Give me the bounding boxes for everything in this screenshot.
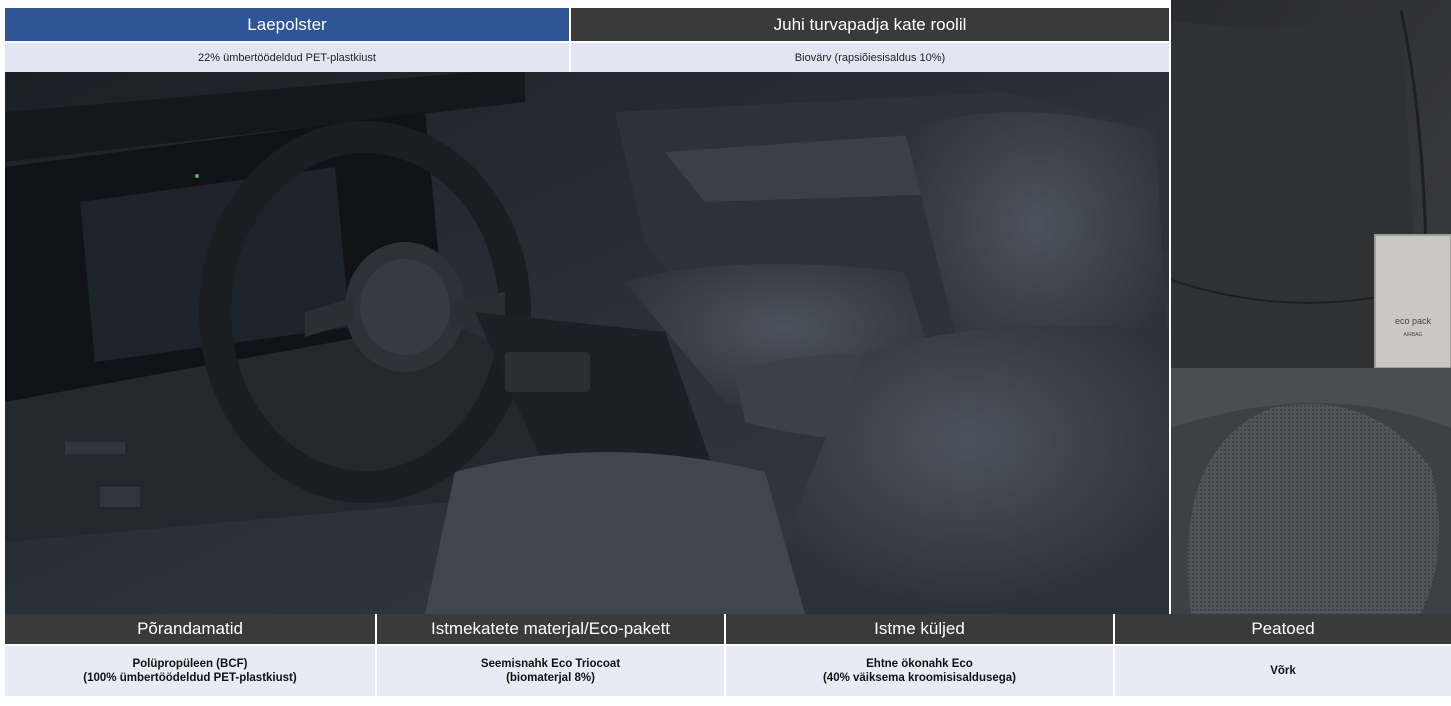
- header-headrests: Peatoed: [1115, 614, 1451, 644]
- subtitle-laepolster: 22% ümbertöödeldud PET-plastkiust: [5, 43, 569, 72]
- header-seat-material: Istmekatete materjal/Eco-pakett: [377, 614, 724, 644]
- car-interior-photo: [5, 72, 1169, 614]
- header-airbag-cover: Juhi turvapadja kate roolil: [571, 8, 1169, 41]
- eco-pack-airbag-label: AIRBAG: [1403, 332, 1423, 338]
- seat-fabric-photo: [1171, 0, 1451, 368]
- subtitle-seat-material: Seemisnahk Eco Triocoat (biomaterjal 8%): [377, 646, 724, 696]
- subtitle-headrests: Võrk: [1115, 646, 1451, 696]
- subtitle-floor-mats: Polüpropüleen (BCF) (100% ümbertöödeldud…: [5, 646, 375, 696]
- header-seat-sides: Istme küljed: [726, 614, 1113, 644]
- headrest-photo: [1171, 368, 1451, 614]
- eco-pack-label: eco pack: [1394, 316, 1432, 326]
- subtitle-airbag-cover: Biovärv (rapsiõiesisaldus 10%): [571, 43, 1169, 72]
- subtitle-seat-sides: Ehtne ökonahk Eco (40% väiksema kroomisi…: [726, 646, 1113, 696]
- header-floor-mats: Põrandamatid: [5, 614, 375, 644]
- header-laepolster: Laepolster: [5, 8, 569, 41]
- eco-pack-tag: [1374, 234, 1451, 368]
